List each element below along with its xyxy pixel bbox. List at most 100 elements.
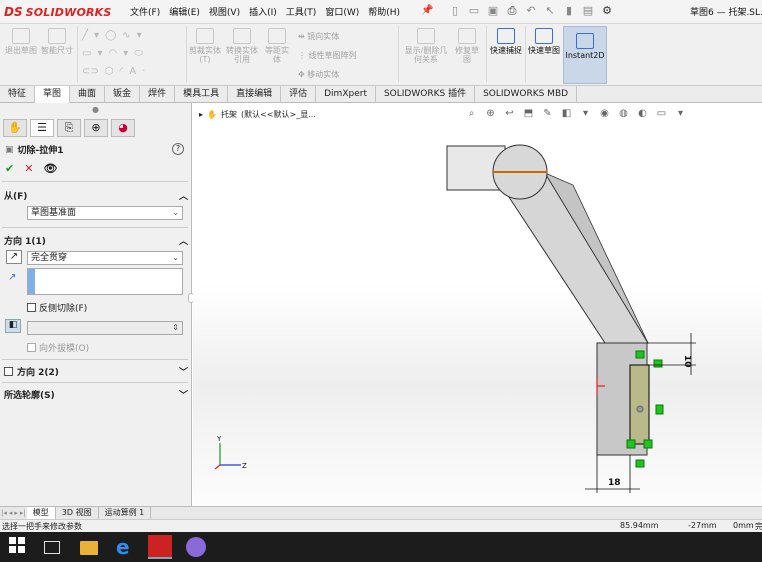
instant2d-button[interactable]: Instant2D bbox=[563, 26, 607, 84]
menu-edit[interactable]: 编辑(E) bbox=[169, 5, 200, 18]
rebuild-icon[interactable]: ▮ bbox=[562, 3, 576, 19]
rectangle-icon[interactable]: ▭ bbox=[82, 48, 91, 59]
solidworks-taskbar-icon[interactable] bbox=[148, 535, 172, 559]
dropdown-icon[interactable]: ▾ bbox=[137, 30, 142, 41]
windows-start-icon[interactable] bbox=[9, 537, 31, 557]
convert-entities-button[interactable]: 转换实体引用 bbox=[224, 28, 260, 64]
display-manager-tab-icon[interactable]: ◕ bbox=[111, 119, 135, 137]
draft-outward-checkbox[interactable]: 向外拔模(O) bbox=[27, 341, 89, 354]
display-delete-relations-button[interactable]: 显示/删除几何关系 bbox=[402, 28, 450, 64]
tab-surfaces[interactable]: 曲面 bbox=[70, 86, 106, 103]
tab-3d-views[interactable]: 3D 视图 bbox=[56, 507, 99, 519]
line-dropdown-icon[interactable]: ▾ bbox=[94, 30, 99, 41]
rapid-sketch-button[interactable]: 快速草图 bbox=[528, 28, 560, 55]
draft-angle-spinner[interactable]: ⇕ bbox=[27, 321, 183, 335]
first-tab-icon[interactable]: |◂ bbox=[1, 509, 7, 517]
new-icon[interactable]: ▯ bbox=[448, 3, 462, 19]
configuration-manager-tab-icon[interactable]: ⎘ bbox=[57, 119, 81, 137]
relation-marker[interactable] bbox=[655, 404, 664, 415]
reverse-direction-button[interactable]: ↗ bbox=[6, 250, 22, 264]
ok-button[interactable]: ✔ bbox=[5, 162, 14, 175]
tab-motion-study[interactable]: 运动算例 1 bbox=[99, 507, 152, 519]
feature-manager-tab-icon[interactable]: ✋ bbox=[3, 119, 27, 137]
cancel-button[interactable]: ✕ bbox=[24, 162, 33, 175]
end-condition-select[interactable]: 完全贯穿 ⌄ bbox=[27, 251, 183, 265]
menu-window[interactable]: 窗口(W) bbox=[325, 5, 359, 18]
from-select[interactable]: 草图基准面 ⌄ bbox=[27, 206, 183, 220]
tab-features[interactable]: 特征 bbox=[0, 86, 36, 103]
sketch-rectangle[interactable] bbox=[629, 364, 650, 445]
print-icon[interactable]: ⎙ bbox=[505, 3, 519, 19]
quick-snaps-button[interactable]: 快速捕捉 bbox=[490, 28, 522, 55]
next-tab-icon[interactable]: ▸ bbox=[14, 509, 18, 517]
section-selected-contours[interactable]: 所选轮廓(S) ﹀ bbox=[4, 388, 188, 401]
point-icon[interactable]: · bbox=[142, 66, 145, 77]
relation-marker[interactable] bbox=[635, 459, 645, 468]
slot-icon[interactable]: ⊂⊃ bbox=[82, 66, 99, 77]
paint-app-icon[interactable] bbox=[186, 537, 206, 557]
open-icon[interactable]: ▭ bbox=[467, 3, 481, 19]
pin-icon[interactable]: 📌 bbox=[421, 5, 433, 16]
circle-icon[interactable]: ◯ bbox=[105, 30, 116, 41]
spline-icon[interactable]: ∿ bbox=[122, 30, 130, 41]
repair-sketch-button[interactable]: 修复草图 bbox=[453, 28, 481, 64]
fillet-icon[interactable]: ◜ bbox=[120, 66, 124, 77]
relation-marker[interactable] bbox=[626, 439, 636, 449]
tab-dimxpert[interactable]: DimXpert bbox=[316, 86, 376, 103]
relation-marker[interactable] bbox=[653, 359, 663, 368]
tab-model[interactable]: 模型 bbox=[26, 507, 56, 519]
tab-addins[interactable]: SOLIDWORKS 插件 bbox=[376, 86, 476, 103]
save-icon[interactable]: ▣ bbox=[486, 3, 500, 19]
menu-tools[interactable]: 工具(T) bbox=[286, 5, 317, 18]
tab-direct-editing[interactable]: 直接编辑 bbox=[228, 86, 282, 103]
move-entities-button[interactable]: ✥ 移动实体 bbox=[298, 69, 339, 80]
flip-side-cut-checkbox[interactable]: 反侧切除(F) bbox=[27, 301, 87, 314]
tab-mold-tools[interactable]: 模具工具 bbox=[175, 86, 229, 103]
tab-sheet-metal[interactable]: 钣金 bbox=[105, 86, 141, 103]
menu-insert[interactable]: 插入(I) bbox=[249, 5, 277, 18]
offset-entities-button[interactable]: 等距实体 bbox=[262, 28, 292, 64]
section-direction2[interactable]: 方向 2(2) ﹀ bbox=[4, 365, 188, 378]
file-props-icon[interactable]: ▤ bbox=[581, 3, 595, 19]
tab-sketch[interactable]: 草图 bbox=[35, 86, 71, 103]
task-view-icon[interactable] bbox=[44, 541, 60, 554]
linear-pattern-button[interactable]: ⋮ 线性草图阵列 bbox=[298, 50, 357, 61]
tab-weldments[interactable]: 焊件 bbox=[140, 86, 176, 103]
tab-mbd[interactable]: SOLIDWORKS MBD bbox=[475, 86, 578, 103]
graphics-area[interactable]: ▸ ✋ 托架 (默认<<默认>_显... ⌕ ⊕ ↩ ⬒ ✎ ◧ ▾ ◉ ◍ ◐… bbox=[193, 103, 762, 506]
trim-entities-button[interactable]: 剪裁实体(T) bbox=[189, 28, 221, 64]
rect-dropdown-icon[interactable]: ▾ bbox=[97, 48, 102, 59]
menu-file[interactable]: 文件(F) bbox=[130, 5, 160, 18]
relation-marker[interactable] bbox=[635, 350, 645, 359]
text-icon[interactable]: A bbox=[129, 66, 136, 77]
mirror-entities-button[interactable]: ⇹ 镜向实体 bbox=[298, 31, 339, 42]
preview-eye-icon[interactable]: 👁 bbox=[43, 162, 57, 175]
arc-icon[interactable]: ◠ bbox=[108, 48, 117, 59]
help-icon[interactable]: ? bbox=[172, 143, 184, 155]
edge-browser-icon[interactable]: e bbox=[116, 537, 138, 557]
menu-view[interactable]: 视图(V) bbox=[209, 5, 240, 18]
section-direction1[interactable]: 方向 1(1) ︿ bbox=[4, 234, 188, 247]
dimxpert-manager-tab-icon[interactable]: ⊕ bbox=[84, 119, 108, 137]
solidworks-logo[interactable]: DS SOLIDWORKS bbox=[4, 3, 112, 21]
polygon-icon[interactable]: ⬡ bbox=[105, 66, 114, 77]
tab-evaluate[interactable]: 评估 bbox=[281, 86, 317, 103]
draft-icon[interactable]: ◧ bbox=[5, 319, 21, 333]
section-from[interactable]: 从(F) ︿ bbox=[4, 189, 188, 202]
line-icon[interactable]: ╱ bbox=[82, 30, 88, 41]
dimension-vertical[interactable]: 10 bbox=[682, 355, 692, 368]
arc-dropdown-icon[interactable]: ▾ bbox=[123, 48, 128, 59]
exit-sketch-button[interactable]: 退出草图 bbox=[4, 28, 38, 55]
prev-tab-icon[interactable]: ◂ bbox=[9, 509, 13, 517]
relation-marker[interactable] bbox=[643, 439, 653, 449]
sketch-point[interactable] bbox=[636, 405, 644, 413]
select-icon[interactable]: ↖ bbox=[543, 3, 557, 19]
last-tab-icon[interactable]: ▸| bbox=[20, 509, 26, 517]
direction-reference-field[interactable] bbox=[27, 268, 183, 295]
options-icon[interactable]: ⚙ bbox=[600, 3, 614, 19]
property-manager-tab-icon[interactable]: ☰ bbox=[30, 119, 54, 137]
file-explorer-icon[interactable] bbox=[80, 541, 98, 555]
smart-dimension-button[interactable]: 智能尺寸 bbox=[40, 28, 74, 55]
undo-icon[interactable]: ↶ bbox=[524, 3, 538, 19]
ellipse-icon[interactable]: ⬭ bbox=[134, 48, 143, 59]
